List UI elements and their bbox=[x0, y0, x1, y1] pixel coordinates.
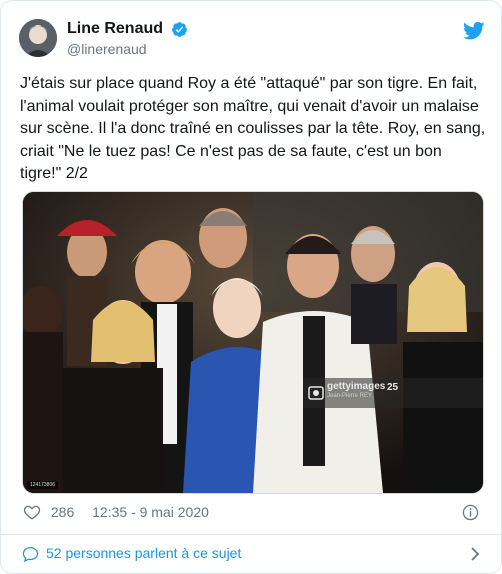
info-icon[interactable] bbox=[462, 504, 479, 521]
chevron-right-icon bbox=[471, 547, 480, 561]
speech-bubble-icon bbox=[22, 546, 39, 562]
group-photo-image bbox=[23, 192, 483, 493]
getty-credit: Jean-Pierre REY bbox=[327, 393, 373, 399]
heart-icon[interactable] bbox=[23, 503, 41, 521]
twitter-bird-icon[interactable] bbox=[463, 21, 485, 41]
verified-badge-icon bbox=[172, 21, 188, 37]
tweet-text: J'étais sur place quand Roy a été "attaq… bbox=[20, 75, 486, 182]
tweet-card: Line Renaud @linerenaud J'étais sur plac… bbox=[0, 0, 502, 574]
tweet-meta: 286 12:35 - 9 mai 2020 bbox=[23, 503, 209, 523]
author-handle[interactable]: @linerenaud bbox=[67, 40, 188, 58]
getty-anniversary: 25 bbox=[387, 382, 399, 393]
tweet-timestamp[interactable]: 12:35 - 9 mai 2020 bbox=[92, 504, 209, 520]
getty-brand: gettyimages bbox=[327, 381, 386, 392]
tweet-header: Line Renaud @linerenaud bbox=[19, 17, 485, 61]
author-names: Line Renaud @linerenaud bbox=[67, 19, 188, 58]
footer-divider bbox=[1, 534, 501, 535]
conversation-text: 52 personnes parlent à ce sujet bbox=[46, 545, 242, 561]
conversation-link[interactable]: 52 personnes parlent à ce sujet bbox=[22, 544, 480, 564]
tweet-photo[interactable]: gettyimages Jean-Pierre REY 25 124173806 bbox=[22, 191, 484, 494]
avatar[interactable] bbox=[19, 19, 57, 57]
photo-id: 124173806 bbox=[27, 481, 59, 489]
getty-logo-icon bbox=[308, 386, 324, 400]
display-name[interactable]: Line Renaud bbox=[67, 19, 163, 39]
getty-watermark: gettyimages Jean-Pierre REY 25 bbox=[303, 378, 483, 408]
like-count: 286 bbox=[50, 504, 75, 521]
